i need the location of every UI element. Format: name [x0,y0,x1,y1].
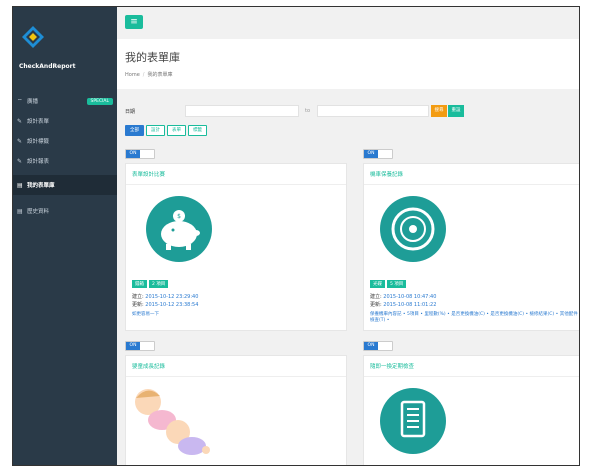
form-card[interactable]: 嬰童成長記錄 [125,355,347,465]
sidebar-item-label: 歷史資料 [27,209,50,215]
date-filter: 日期 to 搜尋 重設 [125,105,571,119]
sidebar-item-design-form[interactable]: ✎ 設計表單 [13,111,117,131]
tab-form[interactable]: 表單 [167,125,186,136]
tab-all[interactable]: 全部 [125,125,144,136]
date-from-input[interactable] [185,105,299,117]
brand-name: CheckAndReport [19,63,76,70]
card-toggle[interactable]: ON [125,341,155,351]
tab-design[interactable]: 設計 [146,125,165,136]
form-card[interactable]: 機車保養記錄 光碟 5 項目 建立: 2015-10-08 10:47:40 更… [363,163,579,331]
search-button[interactable]: 搜尋 [431,105,447,117]
card-title[interactable]: 表單設計比賽 [126,164,346,185]
category-tag: 光碟 [370,280,385,288]
page-header: 我的表單庫 Home / 我的表單庫 [117,39,579,89]
wifi-icon: ⌔ [17,98,23,105]
breadcrumb: Home / 我的表單庫 [125,72,173,78]
sidebar: CheckAndReport ⌔ 廣播 SPECIAL ✎ 設計表單 ✎ 設計標… [13,7,117,465]
logo-icon [22,26,44,48]
card-toggle[interactable]: ON [363,341,393,351]
edit-icon: ✎ [17,157,23,165]
page-title: 我的表單庫 [125,51,180,64]
sidebar-item-label: 設計表單 [27,119,50,125]
updated-time: 2015-10-08 11:01:22 [383,302,437,308]
menu-toggle-button[interactable]: ≡ [125,15,143,29]
sidebar-item-design-report[interactable]: ✎ 設計報表 [13,151,117,171]
svg-text:$: $ [177,213,181,220]
category-tag: 錢箱 [132,280,147,288]
sidebar-item-label: 設計報表 [27,159,50,165]
created-time: 2015-10-12 23:29:40 [145,294,199,300]
topbar: ≡ [117,7,579,39]
list-icon: ▤ [17,207,23,215]
special-badge: SPECIAL [86,97,113,105]
breadcrumb-current: 我的表單庫 [147,72,173,78]
date-to-input[interactable] [317,105,429,117]
updated-time: 2015-10-12 23:38:54 [145,302,199,308]
card-tags: 錢箱 2 項目 [132,280,169,288]
babies-illustration [135,389,210,455]
card-toggle[interactable]: ON [125,149,155,159]
sidebar-item-broadcast[interactable]: ⌔ 廣播 SPECIAL [13,91,117,111]
app-window: CheckAndReport ⌔ 廣播 SPECIAL ✎ 設計表單 ✎ 設計標… [12,6,580,466]
sidebar-item-label: 廣播 [27,99,39,105]
sidebar-item-history[interactable]: ▤ 歷史資料 [13,201,117,221]
sidebar-item-label: 我的表單庫 [27,183,55,189]
sidebar-item-my-forms[interactable]: ▤ 我的表單庫 [13,175,117,195]
tab-label[interactable]: 標籤 [188,125,207,136]
card-title[interactable]: 嬰童成長記錄 [126,356,346,377]
filter-tabs: 全部 設計 表單 標籤 [125,125,207,136]
breadcrumb-home[interactable]: Home [125,72,140,78]
edit-icon: ✎ [17,137,23,145]
disc-icon [380,196,446,262]
card-meta: 建立: 2015-10-08 10:47:40 更新: 2015-10-08 1… [370,294,437,308]
to-label: to [305,108,311,114]
reset-button[interactable]: 重設 [448,105,464,117]
card-toggle[interactable]: ON [363,149,393,159]
main-content: ≡ 我的表單庫 Home / 我的表單庫 日期 to 搜尋 重設 全部 設計 表單 … [117,7,579,465]
created-time: 2015-10-08 10:47:40 [383,294,437,300]
form-card[interactable]: 隨即一換定期檢查 [363,355,579,465]
document-icon [380,388,446,454]
card-title[interactable]: 機車保養記錄 [364,164,579,185]
edit-icon: ✎ [17,117,23,125]
card-tags: 光碟 5 項目 [370,280,407,288]
list-icon: ▤ [17,181,23,189]
items-tag: 2 項目 [149,280,169,288]
form-card[interactable]: 表單設計比賽 $ 錢箱 2 項目 建立: 2015-10-12 23:29:40 [125,163,347,331]
piggy-bank-icon: $ [146,196,212,262]
items-tag: 5 項目 [387,280,407,288]
card-meta: 建立: 2015-10-12 23:29:40 更新: 2015-10-12 2… [132,294,199,308]
sidebar-item-design-label[interactable]: ✎ 設計標籤 [13,131,117,151]
card-title[interactable]: 隨即一換定期檢查 [364,356,579,377]
card-note: 保養機車內容記 • 5項目 • 里程數(%) • 是否更換機油(C) • 是否更… [370,312,578,323]
hamburger-icon: ≡ [130,17,138,27]
card-note: 如更容易一下 [132,312,159,317]
date-label: 日期 [125,109,136,115]
sidebar-item-label: 設計標籤 [27,139,50,145]
